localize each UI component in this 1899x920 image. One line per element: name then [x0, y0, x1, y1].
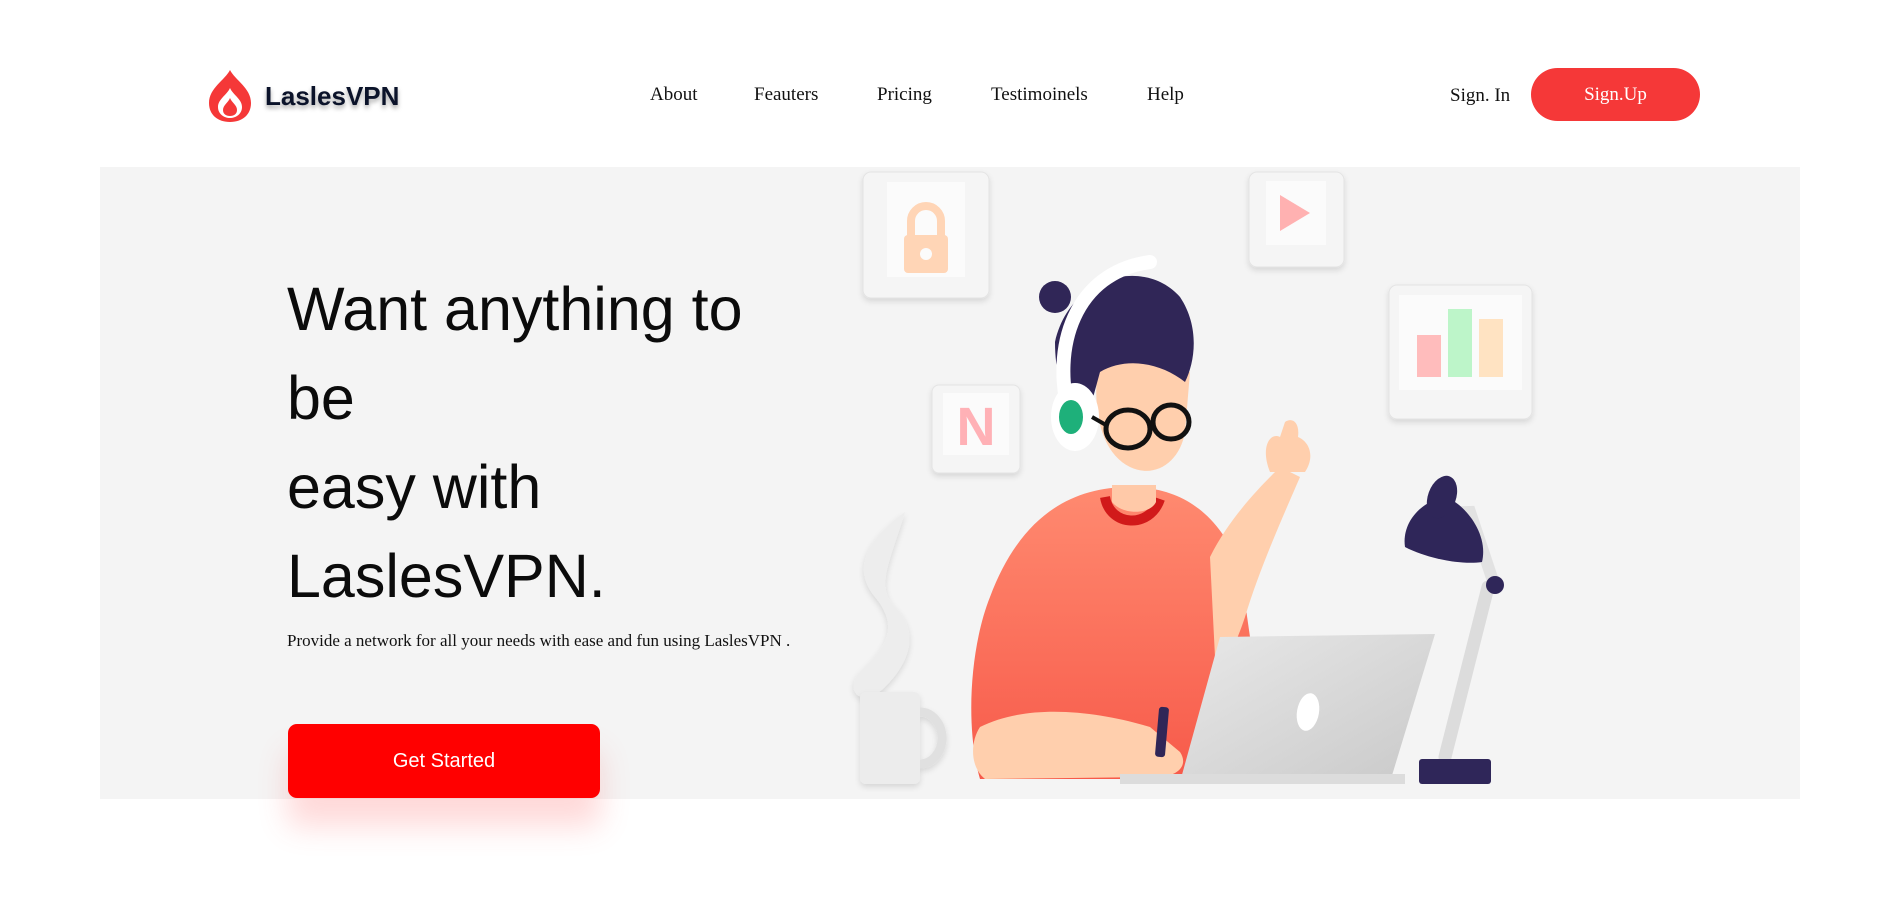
hero-title-line: easy with: [287, 453, 542, 521]
bar-chart-icon: [1388, 284, 1533, 420]
brand-name: LaslesVPN: [265, 80, 400, 111]
hero-description: Provide a network for all your needs wit…: [287, 631, 791, 650]
nav-item-about[interactable]: About: [650, 84, 698, 106]
get-started-button[interactable]: Get Started: [288, 724, 600, 798]
hero-illustration: N: [853, 171, 1533, 784]
sign-up-button[interactable]: Sign.Up: [1531, 68, 1700, 121]
lock-icon: [862, 171, 990, 299]
nav-item-help[interactable]: Help: [1147, 84, 1184, 106]
logo[interactable]: LaslesVPN: [205, 68, 399, 124]
hero-title-line: LaslesVPN.: [287, 542, 606, 610]
hero-title-line: Want anything to: [287, 275, 743, 343]
flame-logo-icon: [209, 70, 251, 122]
sign-in-link[interactable]: Sign. In: [1450, 85, 1510, 107]
play-icon: [1248, 171, 1345, 268]
tile-n-letter: N: [957, 397, 996, 457]
nav-item-pricing[interactable]: Pricing: [877, 84, 932, 106]
hero-title-line: be: [287, 364, 355, 432]
desk-lamp-icon: [1404, 475, 1504, 784]
nav-item-testimonials[interactable]: Testimoinels: [991, 84, 1088, 106]
steam-icon: [853, 512, 910, 698]
netflix-n-icon: N: [931, 384, 1021, 474]
nav-item-features[interactable]: Feauters: [754, 84, 818, 106]
hero-title: Want anything to be easy with LaslesVPN.: [287, 265, 867, 621]
coffee-mug-icon: [860, 692, 947, 784]
